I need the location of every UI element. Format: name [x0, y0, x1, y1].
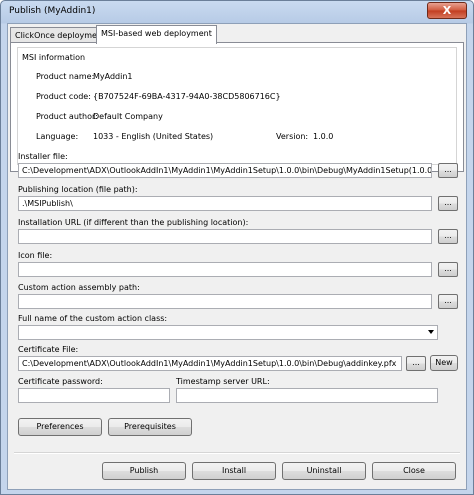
language-label: Language:	[36, 132, 79, 141]
publishing-location-input[interactable]: .\MSIPublish\	[18, 196, 432, 211]
custom-action-assembly-input[interactable]	[18, 294, 432, 309]
certificate-file-browse-button[interactable]: ...	[406, 356, 426, 371]
title-bar[interactable]: Publish (MyAddin1) X	[1, 1, 473, 23]
version-label: Version:	[276, 132, 309, 141]
product-name-label: Product name:	[36, 72, 95, 81]
dialog-client-area: ClickOnce deployment MSI-based web deplo…	[7, 23, 467, 490]
custom-action-assembly-label: Custom action assembly path:	[18, 283, 140, 292]
msi-tab-panel: MSI information Product name: MyAddin1 P…	[10, 42, 464, 172]
custom-action-class-dropdown[interactable]	[18, 325, 438, 340]
preferences-button[interactable]: Preferences	[18, 418, 102, 436]
custom-action-assembly-browse-button[interactable]: ...	[438, 294, 458, 309]
window-title: Publish (MyAddin1)	[9, 6, 96, 16]
version-value: 1.0.0	[313, 132, 334, 141]
product-code-label: Product code:	[36, 92, 91, 101]
certificate-password-input[interactable]	[18, 388, 170, 403]
certificate-file-label: Certificate File:	[18, 345, 79, 354]
custom-action-class-label: Full name of the custom action class:	[18, 314, 168, 323]
certificate-file-input[interactable]: C:\Development\ADX\OutlookAddIn1\MyAddin…	[18, 356, 402, 371]
tab-msi-web-deployment[interactable]: MSI-based web deployment	[96, 25, 217, 44]
publishing-location-label: Publishing location (file path):	[18, 185, 138, 194]
publishing-location-browse-button[interactable]: ...	[438, 196, 458, 211]
product-code-value: {B707524F-69BA-4317-94A0-38CD5806716C}	[93, 92, 281, 101]
close-button[interactable]: Close	[372, 462, 456, 480]
product-author-label: Product author:	[36, 112, 98, 121]
new-certificate-button[interactable]: New	[430, 355, 458, 371]
divider	[14, 452, 460, 454]
installer-file-label: Installer file:	[18, 152, 68, 161]
publish-dialog: Publish (MyAddin1) X ClickOnce deploymen…	[0, 0, 474, 495]
msi-information-group: MSI information Product name: MyAddin1 P…	[17, 47, 457, 165]
close-window-button[interactable]: X	[427, 2, 467, 19]
language-value: 1033 - English (United States)	[93, 132, 214, 141]
icon-file-input[interactable]	[18, 262, 432, 277]
icon-file-label: Icon file:	[18, 251, 53, 260]
installation-url-browse-button[interactable]: ...	[438, 229, 458, 244]
installer-file-browse-button[interactable]: ...	[438, 163, 458, 178]
install-button[interactable]: Install	[192, 462, 276, 480]
prerequisites-button[interactable]: Prerequisites	[108, 418, 192, 436]
product-name-value: MyAddin1	[93, 72, 133, 81]
installation-url-input[interactable]	[18, 229, 432, 244]
chevron-down-icon	[428, 330, 434, 334]
icon-file-browse-button[interactable]: ...	[438, 262, 458, 277]
publish-button[interactable]: Publish	[102, 462, 186, 480]
uninstall-button[interactable]: Uninstall	[282, 462, 366, 480]
certificate-password-label: Certificate password:	[18, 377, 103, 386]
installation-url-label: Installation URL (if different than the …	[18, 218, 249, 227]
timestamp-server-url-label: Timestamp server URL:	[176, 377, 270, 386]
installer-file-input[interactable]: C:\Development\ADX\OutlookAddIn1\MyAddin…	[18, 163, 432, 178]
timestamp-server-url-input[interactable]	[176, 388, 438, 403]
product-author-value: Default Company	[93, 112, 163, 121]
msi-information-title: MSI information	[22, 53, 86, 62]
